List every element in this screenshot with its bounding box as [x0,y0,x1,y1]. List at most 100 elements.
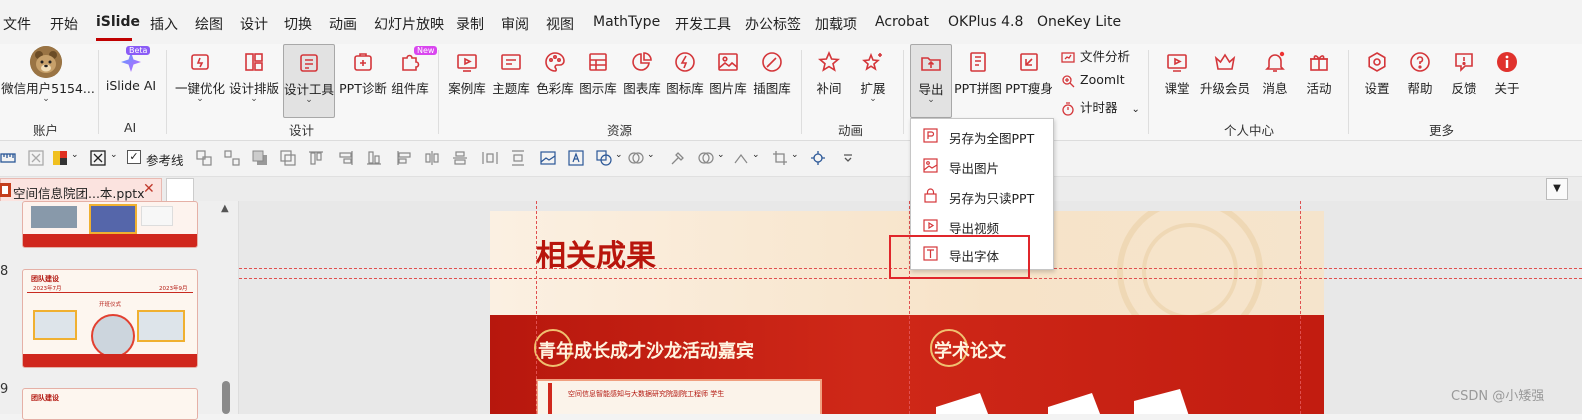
right-section-heading[interactable]: 学术论文 [934,337,1006,363]
tab-file[interactable]: 文件 [3,14,31,34]
bring-front-icon[interactable] [252,150,268,166]
compress-icon [1017,50,1041,74]
tab-okplus[interactable]: OKPlus 4.8 [948,14,1023,30]
timer-button[interactable]: 计时器 ⌄ [1061,97,1140,116]
position-icon[interactable] [810,150,826,166]
tab-developer[interactable]: 开发工具 [675,14,731,34]
close-icon[interactable]: ✕ [143,181,155,197]
left-section-heading[interactable]: 青年成长成才沙龙活动嘉宾 [538,337,754,363]
more-options-icon[interactable] [840,150,856,166]
new-tab-button[interactable] [166,178,194,201]
guides-checkbox[interactable]: ✓ [127,150,141,164]
chevron-down-icon[interactable]: ⌄ [110,150,118,160]
design-tools-icon [297,51,321,75]
timer-icon [1062,101,1074,116]
slide-thumbnail[interactable] [22,201,198,248]
tab-islide[interactable]: iSlide [96,14,140,30]
zoomit-button[interactable]: ZoomIt [1061,72,1125,88]
tab-onekey-lite[interactable]: OneKey Lite [1037,14,1121,30]
send-back-icon[interactable] [280,150,296,166]
guides-label: 参考线 [146,153,184,168]
vertical-guide[interactable] [1300,201,1301,414]
distribute-h-icon[interactable] [424,150,440,166]
vertical-guide[interactable] [536,201,537,414]
tab-transition[interactable]: 切换 [284,14,312,34]
chevron-down-icon: ▼ [1553,183,1561,194]
tab-office-tabs[interactable]: 办公标签 [745,14,801,34]
info-icon [1495,50,1519,74]
slide-thumbnail[interactable]: 团队建设 [22,388,198,420]
tab-insert[interactable]: 插入 [150,14,178,34]
crop-icon[interactable] [772,150,788,166]
tab-mathtype[interactable]: MathType [593,14,660,30]
center-v-icon[interactable] [452,150,468,166]
align-top-icon[interactable] [308,150,324,166]
slide-thumbnail-panel[interactable]: 8 团队建设 2023年7月 2023年9月 开班仪式 9 团队建设 [0,201,216,420]
tab-acrobat[interactable]: Acrobat [875,14,929,30]
chevron-down-icon[interactable]: ⌄ [717,150,725,160]
shape-icon[interactable] [596,150,612,166]
align-right-icon[interactable] [338,150,354,166]
merge-shapes-icon[interactable] [698,150,714,166]
account-button[interactable]: 微信用户5154... ⌄ [1,44,95,114]
format-painter-icon[interactable] [670,150,686,166]
edit-points-icon[interactable] [733,150,749,166]
cut-shape-icon[interactable] [628,150,644,166]
tab-review[interactable]: 审阅 [501,14,529,34]
tab-draw[interactable]: 绘图 [195,14,223,34]
scroll-up-icon[interactable]: ▲ [221,203,229,214]
file-analysis-button[interactable]: 文件分析 [1061,46,1130,65]
gear-icon [1365,50,1389,74]
distribute-icon[interactable] [482,150,498,166]
emblem-watermark [1117,211,1263,315]
menu-item-label: 另存为只读PPT [949,191,1035,206]
menu-item-save-as-readonly-ppt[interactable]: 另存为只读PPT [911,181,1053,211]
menu-item-save-as-image-ppt[interactable]: 另存为全图PPT [911,121,1053,151]
tab-addins[interactable]: 加载项 [815,14,857,34]
about-button[interactable]: 关于 [1477,44,1537,114]
pie-chart-icon [630,50,654,74]
text-box-icon[interactable] [568,150,584,166]
image-tool-icon[interactable] [540,150,556,166]
align-icon[interactable] [196,150,212,166]
chevron-down-icon[interactable]: ⌄ [791,150,799,160]
group-label-account: 账户 [33,123,59,138]
ruler-icon[interactable] [0,150,16,166]
tab-list-dropdown[interactable]: ▼ [1546,178,1568,200]
clear-format-icon[interactable] [28,150,44,166]
analysis-icon [1061,51,1075,63]
tab-slideshow[interactable]: 幻灯片放映 [374,14,444,34]
slide-thumbnail[interactable]: 团队建设 2023年7月 2023年9月 开班仪式 [22,269,198,368]
scrollbar-thumb[interactable] [222,381,230,414]
timeline-line [27,292,193,293]
diagnosis-icon [351,50,375,74]
ppt-slim-button[interactable]: PPT瘦身 [999,44,1059,114]
thumbnail-text-block [141,206,173,226]
islide-ai-button[interactable]: Beta iSlide AI [101,44,161,114]
tab-record[interactable]: 录制 [456,14,484,34]
about-label: 关于 [1494,81,1520,96]
thumbnail-scrollbar[interactable]: ▲ [216,201,239,414]
chevron-down-icon[interactable]: ⌄ [71,150,79,160]
align-bottom-icon[interactable] [366,150,382,166]
align-left-icon[interactable] [396,150,412,166]
slide-number: 8 [0,264,9,279]
distribute-v-icon[interactable] [510,150,526,166]
tab-view[interactable]: 视图 [546,14,574,34]
chevron-down-icon[interactable]: ⌄ [647,150,655,160]
document-tab[interactable]: 空间信息院团...本.pptx ✕ [0,178,162,201]
group-icon[interactable] [224,150,240,166]
guest-card[interactable]: 空间信息智能感知与大数据研究院副院工程师 学生 [536,379,822,414]
chevron-down-icon[interactable]: ⌄ [615,150,623,160]
tab-design[interactable]: 设计 [240,14,268,34]
menu-bar: 文件 开始 iSlide 插入 绘图 设计 切换 动画 幻灯片放映 录制 审阅 … [0,0,1582,44]
guest-card-text: 空间信息智能感知与大数据研究院副院工程师 学生 [568,390,725,398]
chevron-down-icon[interactable]: ⌄ [752,150,760,160]
tab-home[interactable]: 开始 [50,14,78,34]
quick-toolbar: ⌄ ⌄ ✓ 参考线 ⌄ ⌄ ⌄ ⌄ ⌄ [0,141,1582,177]
fill-color-icon[interactable] [52,150,68,166]
extend-button[interactable]: 扩展 ⌄ [843,44,903,114]
menu-item-export-image[interactable]: 导出图片 [911,151,1053,181]
tab-animation[interactable]: 动画 [329,14,357,34]
text-format-icon[interactable] [90,150,106,166]
